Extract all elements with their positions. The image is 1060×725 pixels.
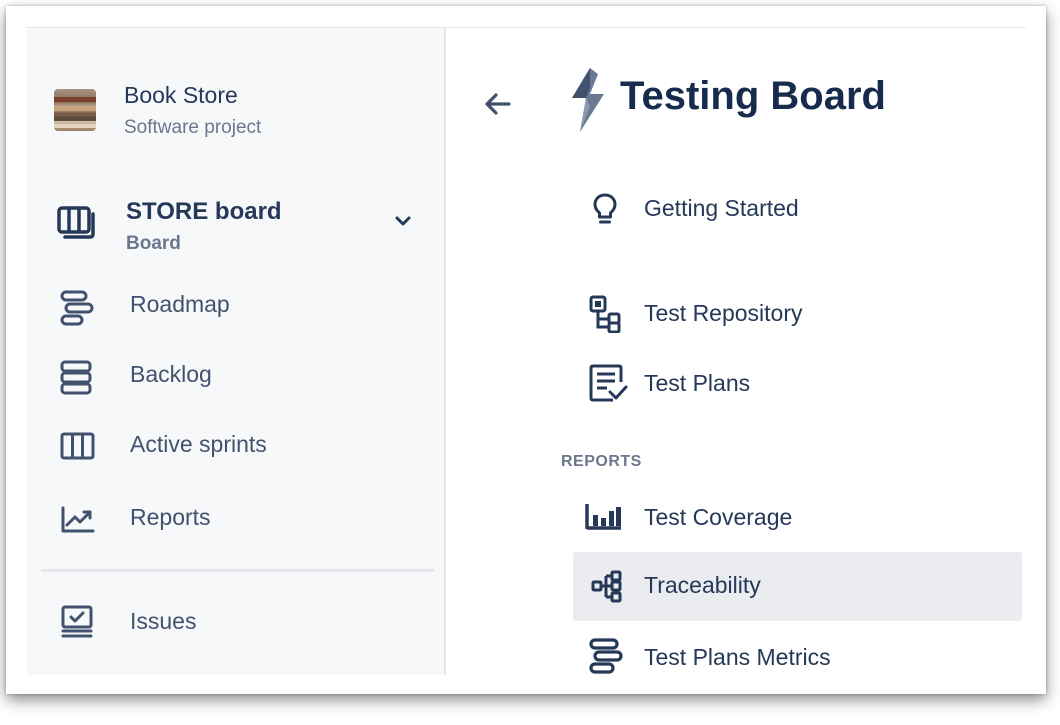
menu-item-label: Getting Started xyxy=(644,195,799,221)
menu-item-label: Traceability xyxy=(644,572,761,598)
page-title: Testing Board xyxy=(620,74,886,118)
lightbulb-icon xyxy=(592,192,618,226)
back-arrow-icon[interactable] xyxy=(483,91,513,117)
menu-item-test-coverage[interactable]: Test Coverage xyxy=(582,496,1012,540)
sidebar-item-label: Roadmap xyxy=(130,291,230,317)
testing-board-panel: Testing Board Getting Started Test Repos… xyxy=(446,28,1034,675)
menu-item-traceability[interactable]: Traceability xyxy=(573,552,1022,621)
sidebar-item-roadmap[interactable]: Roadmap xyxy=(57,286,427,330)
sidebar-item-label: Issues xyxy=(130,608,197,634)
project-avatar[interactable] xyxy=(54,89,96,131)
backlog-icon xyxy=(60,360,94,396)
sidebar-item-issues[interactable]: Issues xyxy=(57,601,427,645)
issues-icon xyxy=(60,605,96,639)
menu-item-test-plans[interactable]: Test Plans xyxy=(582,362,1012,406)
menu-item-label: Test Repository xyxy=(644,300,803,326)
project-name[interactable]: Book Store xyxy=(124,82,238,109)
traceability-icon xyxy=(591,570,625,604)
sidebar-item-label: Reports xyxy=(130,504,211,530)
menu-item-label: Test Plans Metrics xyxy=(644,644,831,670)
sidebar-item-label: Active sprints xyxy=(130,431,267,457)
roadmap-icon xyxy=(60,290,94,326)
sidebar-divider xyxy=(41,569,434,572)
test-plans-metrics-icon xyxy=(589,638,623,676)
sidebar-item-reports[interactable]: Reports xyxy=(57,499,427,543)
menu-item-getting-started[interactable]: Getting Started xyxy=(582,188,1012,232)
menu-item-test-repository[interactable]: Test Repository xyxy=(582,292,1012,336)
sidebar-item-active-sprints[interactable]: Active sprints xyxy=(57,426,427,470)
test-repository-icon xyxy=(589,295,627,333)
board-selector[interactable]: STORE board Board xyxy=(57,192,427,262)
menu-item-label: Test Plans xyxy=(644,370,751,396)
board-type: Board xyxy=(126,233,181,254)
test-plans-icon xyxy=(589,364,629,404)
sidebar-item-backlog[interactable]: Backlog xyxy=(57,356,427,400)
active-sprints-icon xyxy=(60,432,96,462)
project-type: Software project xyxy=(124,117,262,138)
menu-item-test-plans-metrics[interactable]: Test Plans Metrics xyxy=(582,636,1012,680)
section-heading-reports: REPORTS xyxy=(561,453,642,470)
test-coverage-icon xyxy=(585,502,623,532)
sidebar-item-label: Backlog xyxy=(130,361,212,387)
lightning-logo-icon xyxy=(568,68,608,134)
chevron-down-icon[interactable] xyxy=(394,214,412,228)
reports-icon xyxy=(60,505,96,535)
window-frame: Book Store Software project STORE board … xyxy=(6,6,1046,694)
board-icon xyxy=(57,206,97,240)
menu-item-label: Test Coverage xyxy=(644,504,793,530)
project-sidebar: Book Store Software project STORE board … xyxy=(27,28,446,675)
board-name: STORE board xyxy=(126,198,282,225)
